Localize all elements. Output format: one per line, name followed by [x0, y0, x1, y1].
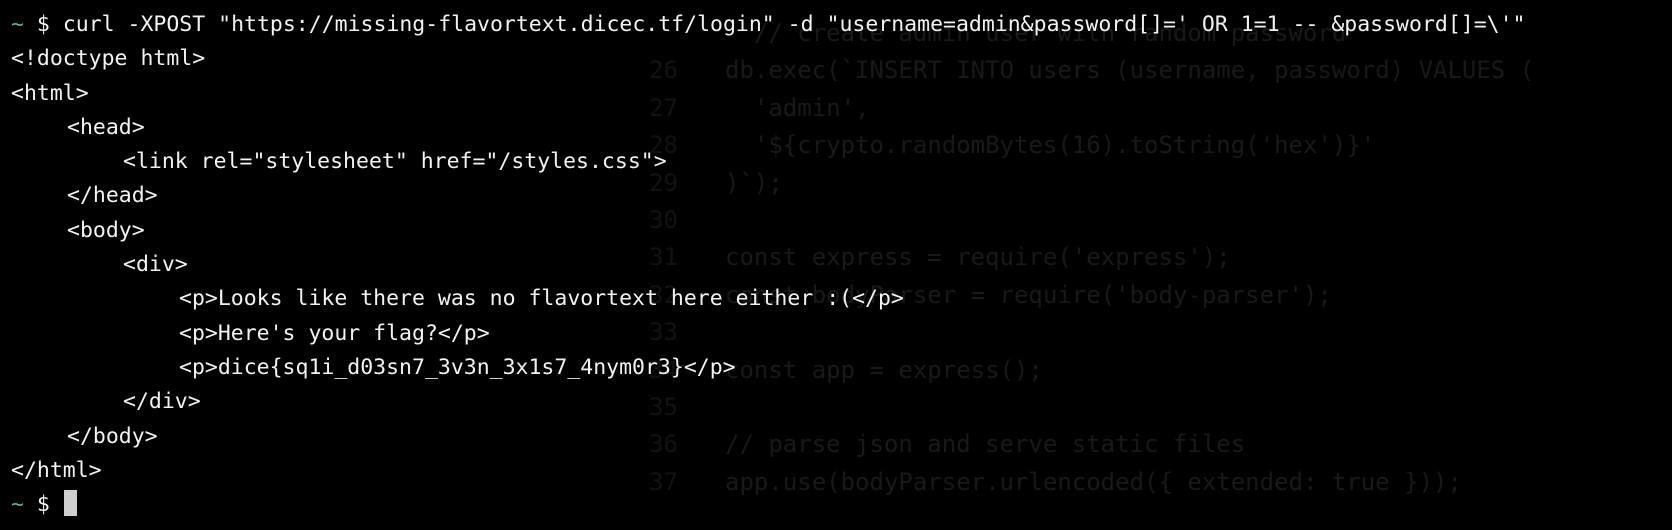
output-line: <p>Here's your flag?</p>: [179, 320, 490, 346]
output-line: <div>: [123, 252, 188, 278]
prompt-tilde: ~: [11, 12, 24, 37]
output-line: </div>: [123, 389, 201, 415]
output-line: </html>: [11, 457, 102, 483]
output-line: </body>: [67, 423, 158, 449]
prompt-dollar: $: [36, 12, 50, 37]
flag-line: <p>dice{sq1i_d03sn7_3v3n_3x1s7_4nym0r3}<…: [179, 354, 736, 380]
output-line: <head>: [67, 114, 145, 140]
prompt-tilde: ~: [11, 492, 24, 518]
prompt-dollar: $: [36, 492, 50, 518]
command-line: ~ $ curl -XPOST "https://missing-flavort…: [11, 8, 1526, 42]
output-line: <html>: [11, 80, 89, 106]
output-line: <!doctype html>: [11, 46, 206, 72]
output-line: </head>: [67, 183, 158, 209]
output-line: <p>Looks like there was no flavortext he…: [179, 286, 904, 312]
cursor-block: [63, 490, 77, 517]
output-line: <link rel="stylesheet" href="/styles.css…: [123, 149, 667, 175]
output-line: <body>: [67, 217, 145, 243]
active-prompt-line[interactable]: ~ $: [11, 488, 1526, 522]
terminal-window[interactable]: ~ $ curl -XPOST "https://missing-flavort…: [11, 8, 1526, 522]
command-text: curl -XPOST "https://missing-flavortext.…: [62, 12, 1526, 37]
